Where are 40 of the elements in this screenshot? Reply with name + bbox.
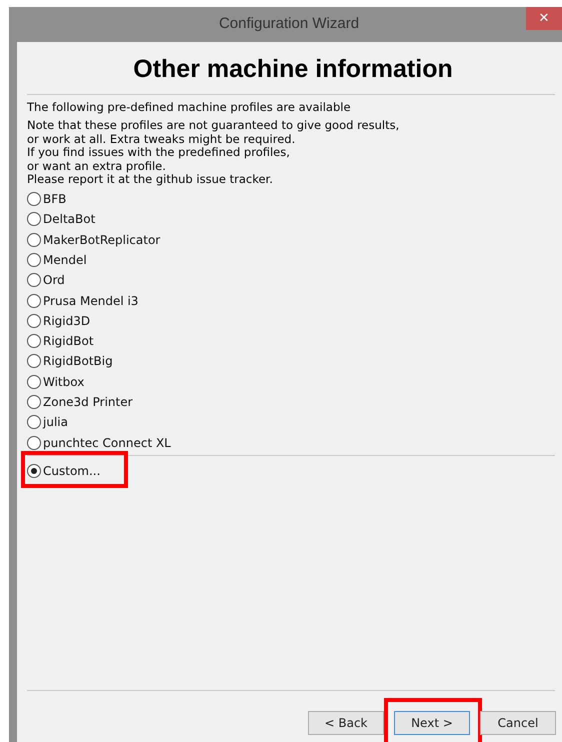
radio-button[interactable] <box>27 354 41 368</box>
radio-button[interactable] <box>27 192 41 206</box>
radio-label: BFB <box>43 191 66 208</box>
note-text: If you find issues with the predefined profiles, <box>27 146 290 160</box>
note-text: or want an extra profile. <box>27 160 167 174</box>
radio-label: Witbox <box>43 374 84 391</box>
note-text: or work at all. Extra tweaks might be required. <box>27 132 296 146</box>
radio-label: Custom... <box>43 462 100 480</box>
note-text: Please report it at the github issue tracker. <box>27 173 274 187</box>
radio-button[interactable] <box>27 436 41 450</box>
radio-label: Rigid3D <box>43 312 90 330</box>
radio-button[interactable] <box>27 273 41 288</box>
radio-label: DeltaBot <box>43 211 96 228</box>
note-text: Note that these profiles are not guaranteed to give good results, <box>27 119 400 133</box>
radio-label: MakerBotReplicator <box>43 232 160 249</box>
radio-button[interactable] <box>27 232 41 247</box>
radio-button[interactable] <box>27 334 41 348</box>
radio-button[interactable] <box>27 395 41 410</box>
radio-label: Zone3d Printer <box>43 394 133 412</box>
wizard-button[interactable]: Cancel <box>480 711 556 735</box>
window-title: Configuration Wizard <box>218 14 360 34</box>
radio-label: Ord <box>43 272 65 290</box>
radio-label: Mendel <box>43 252 87 269</box>
radio-button[interactable] <box>27 374 41 389</box>
wizard-button[interactable]: < Back <box>308 711 384 735</box>
radio-label: RigidBotBig <box>43 353 113 370</box>
radio-button[interactable] <box>27 464 41 478</box>
radio-label: RigidBot <box>43 333 94 350</box>
radio-label: punchtec Connect XL <box>43 434 171 452</box>
radio-button[interactable] <box>27 294 41 308</box>
close-button[interactable]: ✕ <box>526 7 562 30</box>
radio-button[interactable] <box>27 415 41 430</box>
radio-label: Prusa Mendel i3 <box>43 292 138 310</box>
radio-label: julia <box>43 414 68 432</box>
wizard-button[interactable]: Next > <box>394 711 470 735</box>
radio-button[interactable] <box>27 212 41 226</box>
radio-button[interactable] <box>27 314 41 328</box>
page-heading: Other machine information <box>132 54 454 84</box>
radio-button[interactable] <box>27 253 41 267</box>
intro-text: The following pre-defined machine profiles are available <box>27 100 352 114</box>
